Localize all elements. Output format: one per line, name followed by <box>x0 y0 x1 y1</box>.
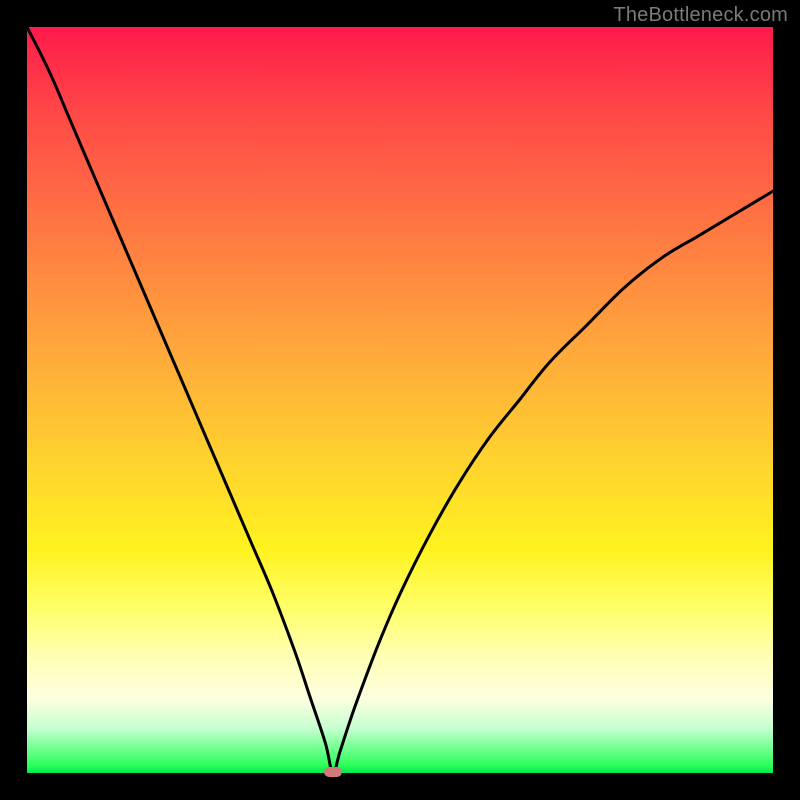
plot-area <box>27 27 773 773</box>
watermark-text: TheBottleneck.com <box>613 4 788 27</box>
chart-frame: TheBottleneck.com <box>0 0 800 800</box>
curve-svg <box>27 27 773 773</box>
min-point-marker <box>324 767 342 777</box>
bottleneck-curve <box>27 27 773 773</box>
